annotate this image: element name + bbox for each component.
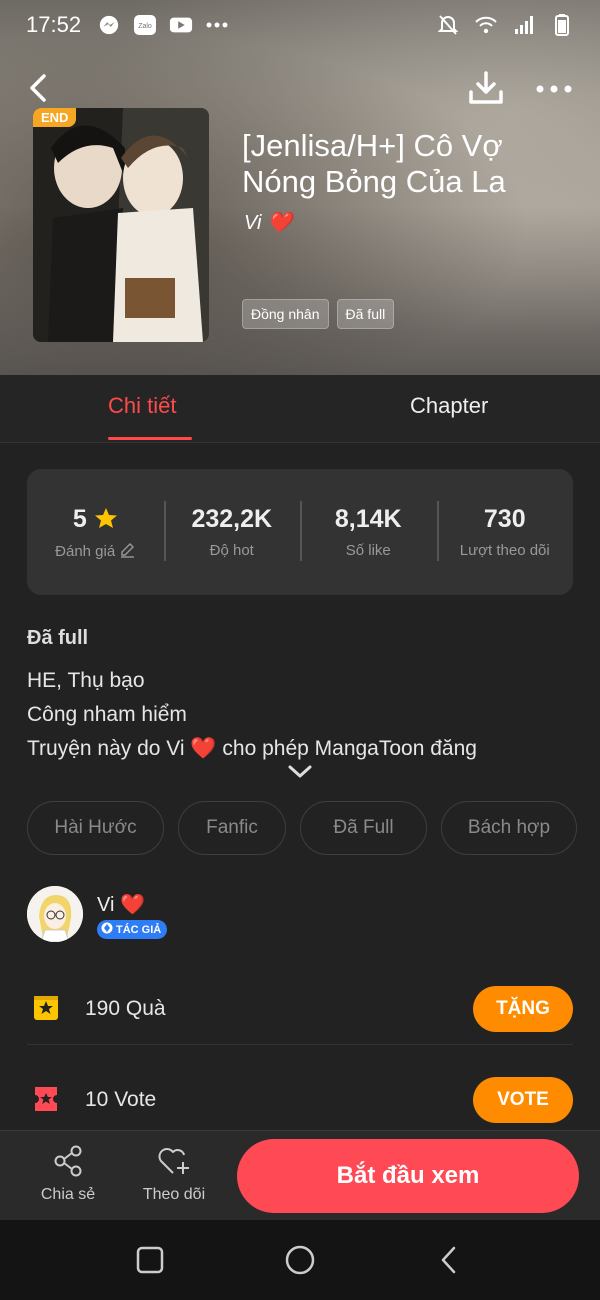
share-icon: [51, 1145, 85, 1181]
more-dots-icon: [205, 13, 229, 37]
description-line: Truyện này do Vi ❤️ cho phép MangaToon đ…: [27, 737, 477, 760]
vote-row: 10 Vote VOTE: [27, 1066, 573, 1136]
tab-detail[interactable]: Chi tiết: [108, 393, 176, 419]
stat-likes-value: 8,14K: [334, 505, 402, 533]
author-name[interactable]: Vi ❤️: [97, 892, 145, 917]
home-icon[interactable]: [284, 1244, 316, 1276]
youtube-icon: [169, 13, 193, 37]
share-label: Chia sẻ: [40, 1186, 96, 1203]
stats-card: 5 Đánh giá 232,2K Độ hot 8,14K Số like 7…: [27, 469, 573, 595]
end-badge: END: [33, 108, 77, 127]
gift-icon: [31, 993, 61, 1023]
author-badge: TÁC GIẢ: [97, 920, 168, 939]
genre-tags: Hài Hước Fanfic Đã Full Bách hợp: [27, 801, 577, 855]
stat-rating-value: 5: [72, 504, 87, 533]
stat-likes-label: Số like: [345, 542, 391, 559]
clock: 17:52: [26, 12, 82, 37]
start-reading-button[interactable]: Bắt đầu xem: [237, 1139, 579, 1213]
vote-ticket-icon: [31, 1084, 61, 1114]
download-icon[interactable]: [466, 68, 506, 108]
description-line: Công nham hiểm: [27, 703, 187, 726]
stat-followers: 730 Lượt theo dõi: [436, 501, 574, 561]
share-button[interactable]: Chia sẻ: [28, 1145, 108, 1204]
chevron-down-icon[interactable]: [286, 762, 314, 782]
follow-label: Theo dõi: [142, 1186, 206, 1203]
follow-button[interactable]: Theo dõi: [134, 1145, 214, 1204]
active-tab-indicator: [108, 437, 192, 440]
wifi-icon: [474, 13, 498, 37]
comic-title: [Jenlisa/H+] Cô Vợ Nóng Bỏng Của La: [242, 128, 506, 199]
messenger-icon: [97, 13, 121, 37]
pencil-icon[interactable]: [119, 542, 135, 560]
stat-rating-label: Đánh giá: [55, 542, 116, 560]
signal-icon: [512, 13, 536, 37]
vote-count: 10 Vote: [85, 1088, 157, 1111]
genre-tag[interactable]: Bách hợp: [441, 801, 577, 855]
battery-icon: [550, 13, 574, 37]
mute-bell-icon: [436, 13, 460, 37]
back-nav-icon[interactable]: [434, 1244, 466, 1276]
genre-tag[interactable]: Hài Hước: [27, 801, 164, 855]
recent-apps-icon[interactable]: [134, 1244, 166, 1276]
author-badge-label: TÁC GIẢ: [116, 923, 162, 936]
header-tags: Đồng nhân Đã full: [242, 299, 395, 329]
gift-count: 190 Quà: [85, 997, 166, 1020]
completion-status: Đã full: [27, 627, 89, 649]
bottom-action-bar: Chia sẻ Theo dõi Bắt đầu xem: [0, 1130, 600, 1220]
comic-cover-image[interactable]: [33, 108, 209, 342]
system-nav-bar: [0, 1220, 600, 1300]
stat-followers-label: Lượt theo dõi: [459, 542, 550, 559]
comic-author[interactable]: Vi ❤️: [244, 210, 292, 235]
gift-row: 190 Quà TẶNG: [27, 975, 573, 1045]
back-arrow-icon[interactable]: [22, 68, 54, 108]
tab-bar: Chi tiết Chapter: [0, 375, 600, 443]
tag-da-full[interactable]: Đã full: [336, 299, 395, 329]
tab-chapter[interactable]: Chapter: [410, 393, 488, 419]
genre-tag[interactable]: Fanfic: [178, 801, 286, 855]
stat-followers-value: 730: [483, 505, 526, 533]
vote-button[interactable]: VOTE: [473, 1077, 573, 1123]
diamond-icon: [101, 922, 113, 937]
stat-hot-label: Độ hot: [209, 542, 254, 559]
hero-header: 17:52 Zalo END [Jenlisa/H+] Cô Vợ Nóng B…: [0, 0, 600, 375]
stat-hot: 232,2K Độ hot: [163, 501, 301, 561]
description-line: HE, Thụ bạo: [27, 669, 145, 692]
star-icon: [94, 505, 118, 533]
svg-text:Zalo: Zalo: [138, 23, 152, 30]
tag-dong-nhan[interactable]: Đồng nhân: [242, 299, 329, 329]
more-options-icon[interactable]: [534, 74, 574, 104]
description: HE, Thụ bạo Công nham hiểm Truyện này do…: [27, 664, 477, 766]
stat-hot-value: 232,2K: [191, 505, 273, 533]
top-bar: [0, 62, 600, 112]
avatar[interactable]: [27, 886, 83, 942]
zalo-icon: Zalo: [133, 13, 157, 37]
genre-tag[interactable]: Đã Full: [300, 801, 427, 855]
status-bar: 17:52 Zalo: [0, 0, 600, 50]
stat-rating[interactable]: 5 Đánh giá: [27, 505, 164, 560]
heart-plus-icon: [156, 1148, 192, 1181]
give-gift-button[interactable]: TẶNG: [473, 986, 573, 1032]
stat-likes: 8,14K Số like: [300, 501, 437, 561]
